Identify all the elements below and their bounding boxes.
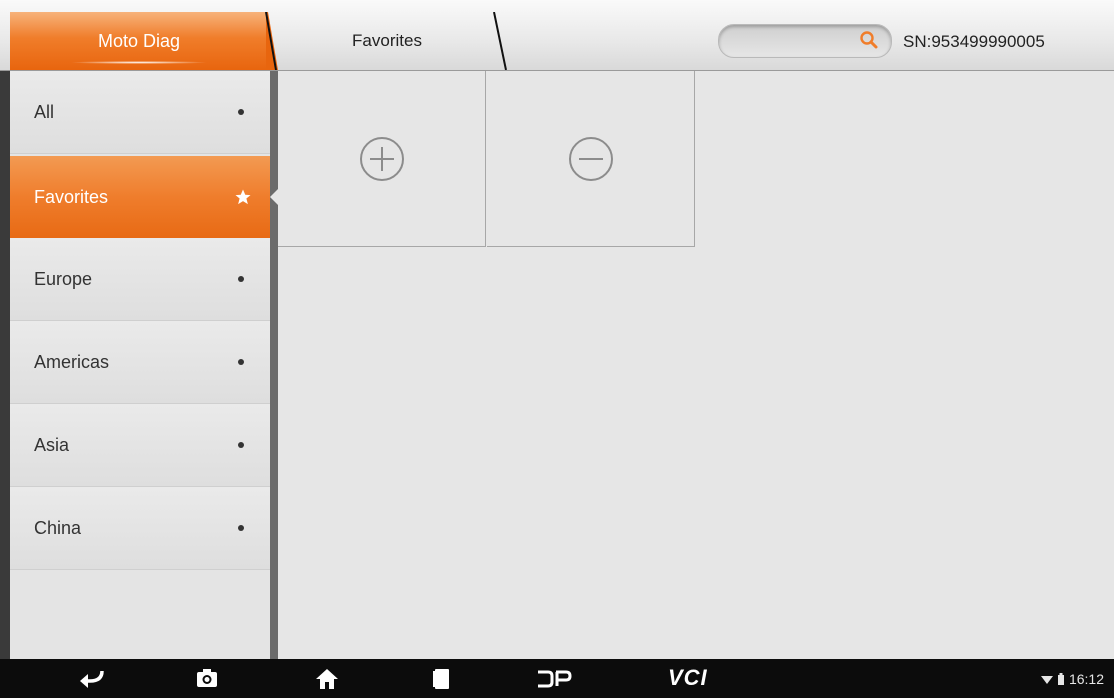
region-sidebar: All Favorites Europe Americas Asia China — [10, 71, 272, 659]
bullet-dot-icon — [238, 109, 244, 115]
sidebar-item-asia[interactable]: Asia — [10, 404, 270, 487]
top-bar: Moto Diag Favorites SN:953499990005 — [0, 0, 1114, 71]
sidebar-item-europe[interactable]: Europe — [10, 238, 270, 321]
tab-favorites-label: Favorites — [352, 31, 422, 50]
sidebar-item-label: Americas — [34, 351, 110, 372]
sidebar-item-all[interactable]: All — [10, 71, 270, 154]
remove-circle-icon — [568, 136, 613, 181]
back-icon[interactable] — [78, 669, 104, 689]
sidebar-item-favorites[interactable]: Favorites — [10, 156, 272, 238]
bullet-dot-icon — [238, 525, 244, 531]
search-icon[interactable] — [859, 30, 879, 50]
sidebar-item-americas[interactable]: Americas — [10, 321, 270, 404]
bullet-dot-icon — [238, 442, 244, 448]
sidebar-item-label: Asia — [34, 434, 70, 455]
clock-time: 16:12 — [1068, 671, 1104, 687]
battery-icon — [1057, 673, 1064, 685]
region-main — [278, 71, 1114, 659]
star-icon — [235, 189, 251, 205]
screenshot-icon[interactable] — [196, 668, 218, 688]
selection-pointer-icon — [270, 189, 278, 205]
sidebar-item-label: Europe — [34, 268, 93, 289]
home-icon[interactable] — [316, 668, 338, 690]
bullet-dot-icon — [238, 276, 244, 282]
add-favorite-tile[interactable] — [278, 71, 486, 247]
tab-separator — [493, 12, 507, 70]
system-nav-bar: VCI 16:12 — [0, 659, 1114, 698]
tab-moto-diag[interactable]: Moto Diag — [10, 12, 278, 70]
tab-favorites[interactable]: Favorites — [274, 12, 500, 70]
serial-number: SN:953499990005 — [903, 32, 1045, 51]
remove-favorite-tile[interactable] — [487, 71, 695, 247]
add-circle-icon — [359, 136, 404, 181]
search-box[interactable] — [718, 24, 892, 58]
bullet-dot-icon — [238, 359, 244, 365]
recents-icon[interactable] — [432, 668, 450, 690]
sidebar-divider — [270, 71, 278, 659]
search-input[interactable] — [731, 29, 855, 55]
status-area: 16:12 — [1040, 671, 1104, 687]
dp-icon[interactable] — [536, 670, 572, 688]
tab-highlight — [70, 61, 208, 64]
vci-icon[interactable]: VCI — [668, 665, 708, 691]
sidebar-item-label: China — [34, 517, 82, 538]
wifi-icon — [1040, 676, 1053, 684]
sidebar-item-china[interactable]: China — [10, 487, 270, 570]
sidebar-item-label: Favorites — [34, 186, 109, 207]
sidebar-item-label: All — [34, 101, 55, 122]
tab-moto-diag-label: Moto Diag — [97, 30, 181, 51]
